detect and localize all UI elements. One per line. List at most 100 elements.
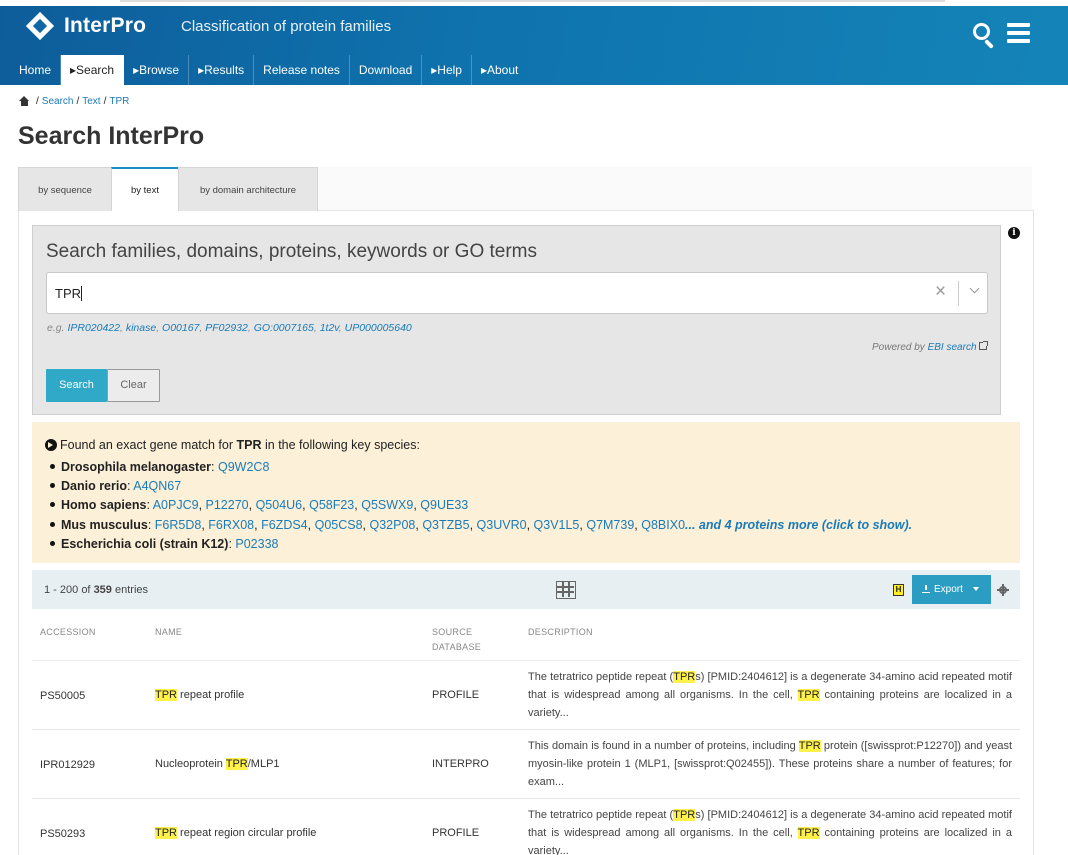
search-term-highlight: TPR xyxy=(155,827,177,839)
protein-accession-link[interactable]: F6R5D8 xyxy=(155,518,202,532)
search-heading: Search families, domains, proteins, keyw… xyxy=(46,241,538,262)
nav-home[interactable]: Home xyxy=(10,55,62,85)
bullet-icon xyxy=(50,540,55,546)
nav-help[interactable]: ▸Help xyxy=(422,55,472,85)
protein-accession-link[interactable]: Q5SWX9 xyxy=(361,498,413,512)
cell-accession[interactable]: PS50293 xyxy=(40,828,85,840)
home-icon[interactable] xyxy=(18,96,30,107)
cell-description: The tetratrico peptide repeat (TPRs) [PM… xyxy=(528,809,1012,855)
protein-accession-link[interactable]: Q9W2C8 xyxy=(218,460,269,474)
external-link-icon xyxy=(978,341,988,350)
search-examples: e.g. IPR020422, kinase, O00167, PF02932,… xyxy=(47,322,412,334)
example-link[interactable]: UP000005640 xyxy=(345,322,412,334)
example-link[interactable]: O00167 xyxy=(162,322,199,334)
cell-accession[interactable]: PS50005 xyxy=(40,690,85,702)
species-item: Escherichia coli (strain K12): P02338 xyxy=(50,537,279,551)
example-link[interactable]: IPR020422 xyxy=(67,322,120,334)
site-tagline: Classification of protein families xyxy=(181,18,392,35)
nav-search[interactable]: ▸Search xyxy=(61,55,125,85)
species-name: Drosophila melanogaster xyxy=(61,460,212,474)
caret-down-icon xyxy=(972,587,979,591)
clear-button[interactable]: Clear xyxy=(107,369,160,402)
protein-accession-link[interactable]: Q3UVR0 xyxy=(477,518,527,532)
nav-results[interactable]: ▸Results xyxy=(189,55,255,85)
tab-by-domain-architecture[interactable]: by domain architecture xyxy=(178,167,318,211)
breadcrumb: / Search / Text / TPR xyxy=(18,96,129,107)
col-accession[interactable]: ACCESSION xyxy=(40,625,96,640)
protein-accession-link[interactable]: Q7M739 xyxy=(586,518,634,532)
protein-accession-link[interactable]: Q3V1L5 xyxy=(534,518,580,532)
cell-description: This domain is found in a number of prot… xyxy=(528,740,1013,788)
search-input[interactable]: TPR × xyxy=(46,272,988,314)
download-icon xyxy=(922,585,930,593)
info-icon[interactable]: i xyxy=(1008,227,1020,239)
protein-accession-link[interactable]: Q58F23 xyxy=(309,498,354,512)
cell-description: The tetratrico peptide repeat (TPRs) [PM… xyxy=(528,671,1012,719)
main-nav: Home ▸Search ▸Browse ▸Results Release no… xyxy=(10,55,527,85)
logo-icon xyxy=(24,10,56,42)
highlight-toggle[interactable]: H xyxy=(893,584,904,596)
example-link[interactable]: 1t2v xyxy=(320,322,339,334)
species-name: Mus musculus xyxy=(61,517,148,532)
table-view-icon[interactable] xyxy=(556,581,576,599)
results-toolbar: 1 - 200 of 359 entries H Export xyxy=(32,570,1020,609)
bullet-icon xyxy=(50,483,55,489)
cell-source-database: PROFILE xyxy=(432,689,480,701)
search-input-value[interactable]: TPR xyxy=(55,286,81,301)
hamburger-menu-icon[interactable] xyxy=(1007,23,1030,43)
example-link[interactable]: GO:0007165 xyxy=(254,322,314,334)
table-row: IPR012929 Nucleoprotein TPR/MLP1 INTERPRO T… xyxy=(32,730,1020,799)
protein-accession-link[interactable]: Q504U6 xyxy=(256,498,303,512)
protein-accession-link[interactable]: P02338 xyxy=(235,537,278,551)
protein-accession-link[interactable]: A4QN67 xyxy=(133,479,181,493)
show-more-proteins-link[interactable]: ... and 4 proteins more (click to show). xyxy=(685,518,912,532)
species-item: Drosophila melanogaster: Q9W2C8 xyxy=(50,460,269,474)
protein-accession-link[interactable]: Q3TZB5 xyxy=(422,518,469,532)
col-name[interactable]: NAME xyxy=(155,625,182,640)
nav-about[interactable]: ▸About xyxy=(472,55,527,85)
cell-name[interactable]: Nucleoprotein TPR/MLP1 xyxy=(155,758,280,770)
col-source-database[interactable]: SOURCE DATABASE xyxy=(432,625,492,655)
results-count: 1 - 200 of 359 entries xyxy=(44,584,149,596)
protein-accession-link[interactable]: Q8BIX0 xyxy=(641,518,685,532)
search-term-highlight: TPR xyxy=(673,809,696,821)
cell-source-database: INTERPRO xyxy=(432,758,489,770)
gene-match-callout: Found an exact gene match for TPR in the… xyxy=(32,422,1020,563)
breadcrumb-search[interactable]: Search xyxy=(42,96,74,107)
bullet-icon xyxy=(50,464,55,469)
text-caret xyxy=(81,286,82,301)
logo-text: InterPro xyxy=(64,14,147,37)
search-button[interactable]: Search xyxy=(46,369,107,402)
nav-browse[interactable]: ▸Browse xyxy=(124,55,190,85)
cell-name[interactable]: TPR repeat profile xyxy=(155,689,244,701)
protein-accession-link[interactable]: Q9UE33 xyxy=(420,498,468,512)
nav-download[interactable]: Download xyxy=(350,55,423,85)
protein-accession-link[interactable]: P12270 xyxy=(206,498,249,512)
breadcrumb-term[interactable]: TPR xyxy=(109,96,129,107)
tab-by-text[interactable]: by text xyxy=(111,167,179,211)
cell-accession[interactable]: IPR012929 xyxy=(40,759,95,771)
cell-source-database: PROFILE xyxy=(432,827,480,839)
protein-accession-link[interactable]: F6ZDS4 xyxy=(261,518,308,532)
species-item: Homo sapiens: A0PJC9, P12270, Q504U6, Q5… xyxy=(50,498,468,512)
text-search-form: Search families, domains, proteins, keyw… xyxy=(32,225,1001,415)
tab-by-sequence[interactable]: by sequence xyxy=(18,167,112,211)
protein-accession-link[interactable]: A0PJC9 xyxy=(153,498,199,512)
col-description: DESCRIPTION xyxy=(528,627,593,637)
species-item: Danio rerio: A4QN67 xyxy=(50,479,181,493)
interpro-logo[interactable]: InterPro xyxy=(24,10,146,42)
clear-input-icon[interactable]: × xyxy=(935,281,946,303)
protein-accession-link[interactable]: Q32P08 xyxy=(370,518,416,532)
protein-accession-link[interactable]: Q05CS8 xyxy=(315,518,363,532)
chevron-down-icon[interactable] xyxy=(967,282,985,300)
search-icon[interactable] xyxy=(972,22,998,49)
ebi-search-link[interactable]: EBI search xyxy=(928,342,977,353)
protein-accession-link[interactable]: F6RX08 xyxy=(208,518,254,532)
example-link[interactable]: kinase xyxy=(126,322,156,334)
breadcrumb-text[interactable]: Text xyxy=(82,96,100,107)
example-link[interactable]: PF02932 xyxy=(205,322,248,334)
nav-release-notes[interactable]: Release notes xyxy=(254,55,350,85)
gear-icon[interactable] xyxy=(997,584,1009,596)
export-button[interactable]: Export xyxy=(912,575,991,604)
cell-name[interactable]: TPR repeat region circular profile xyxy=(155,827,316,839)
